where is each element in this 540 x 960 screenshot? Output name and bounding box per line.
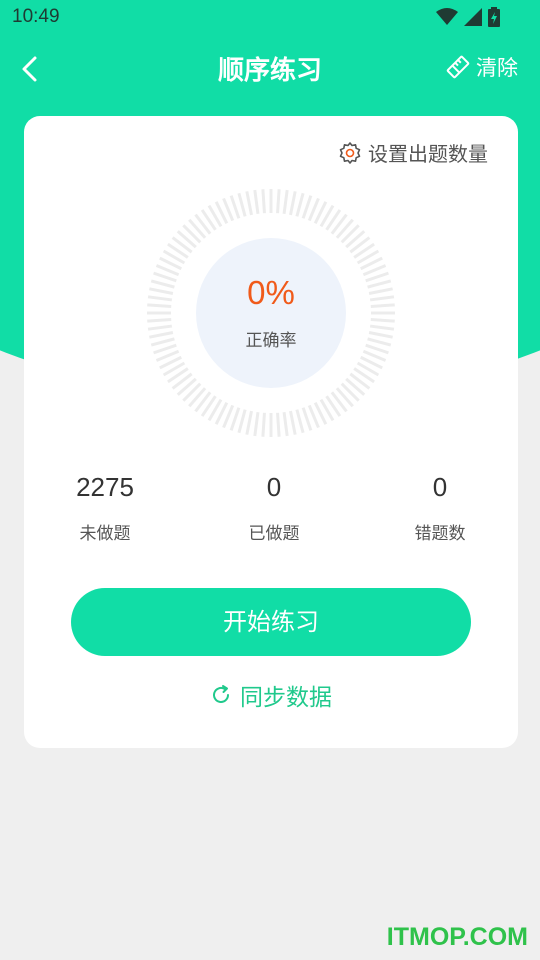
stat-value: 2275	[76, 472, 134, 502]
gauge-tick	[245, 191, 253, 216]
gauge-tick	[153, 271, 177, 283]
gauge-tick	[150, 337, 175, 347]
gauge-tick	[237, 192, 247, 217]
gauge-tick	[365, 343, 389, 355]
gauge-tick	[367, 279, 392, 289]
sync-data-button[interactable]: 同步数据	[24, 678, 518, 712]
gauge-tick	[229, 407, 241, 431]
stat-value: 0	[432, 472, 448, 502]
gauge-tick	[147, 303, 172, 308]
gauge-tick	[367, 337, 392, 347]
stat-wrong: 0 错题数	[360, 472, 520, 544]
gauge-tick	[282, 189, 289, 215]
gauge-tick	[253, 189, 260, 215]
refresh-icon	[213, 685, 229, 703]
wifi-icon	[436, 8, 458, 25]
status-bar: 10:49	[0, 0, 540, 36]
gauge-tick	[295, 409, 305, 434]
accuracy-gauge: 0% 正确率	[146, 188, 396, 438]
gauge-tick	[149, 287, 174, 295]
gauge-tick	[368, 331, 393, 339]
eraser-icon	[446, 55, 470, 79]
gauge-tick	[369, 324, 395, 331]
gauge-tick	[245, 410, 253, 435]
gauge-tick	[276, 412, 281, 437]
stat-label: 错题数	[414, 524, 466, 544]
gauge-tick	[261, 189, 266, 214]
gauge-tick	[147, 318, 172, 323]
stat-label: 已做题	[248, 524, 300, 544]
stat-value: 0	[266, 472, 282, 502]
gauge-tick	[368, 287, 393, 295]
gauge-tick	[370, 303, 395, 308]
gauge-tick	[289, 410, 297, 435]
gauge-tick	[237, 409, 247, 434]
gauge-tick	[261, 412, 266, 437]
stat-answered: 0 已做题	[194, 472, 354, 544]
gauge-tick	[365, 271, 389, 283]
stat-unanswered: 2275 未做题	[25, 472, 185, 544]
gauge-tick	[301, 407, 313, 431]
gauge-tick	[282, 411, 289, 437]
gauge-center: 0% 正确率	[196, 238, 346, 388]
accuracy-label: 正确率	[245, 331, 297, 351]
stat-label: 未做题	[79, 524, 131, 544]
nav-bar: 顺序练习 清除	[0, 42, 540, 96]
clear-button[interactable]: 清除	[446, 52, 518, 82]
settings-label: 设置出题数量	[368, 142, 488, 166]
gauge-tick	[229, 195, 241, 219]
clear-label: 清除	[476, 56, 518, 80]
gauge-tick	[301, 195, 313, 219]
gear-icon	[339, 141, 361, 164]
gauge-tick	[153, 343, 177, 355]
stats-row: 2275 未做题 0 已做题 0 错题数	[24, 472, 518, 562]
status-time: 10:49	[12, 6, 60, 27]
watermark-logo: ITMOP.COM	[386, 923, 528, 951]
gauge-tick	[289, 191, 297, 216]
accuracy-value: 0%	[247, 274, 295, 311]
gauge-tick	[149, 331, 174, 339]
battery-icon	[488, 7, 500, 27]
gauge-tick	[150, 279, 175, 289]
gauge-tick	[147, 324, 173, 331]
status-icons	[436, 7, 500, 27]
sync-label: 同步数据	[240, 685, 332, 711]
signal-icon	[464, 8, 482, 26]
gauge-tick	[253, 411, 260, 437]
gauge-tick	[370, 318, 395, 323]
gauge-tick	[369, 295, 395, 302]
gauge-tick	[276, 189, 281, 214]
set-question-count-button[interactable]: 设置出题数量	[338, 138, 488, 167]
start-practice-button[interactable]: 开始练习	[71, 588, 471, 656]
practice-card: 设置出题数量 0% 正确率 2275 未做题 0 已做题 0 错题数 开始练习 …	[24, 116, 518, 748]
gauge-tick	[295, 192, 305, 217]
gauge-tick	[147, 295, 173, 302]
